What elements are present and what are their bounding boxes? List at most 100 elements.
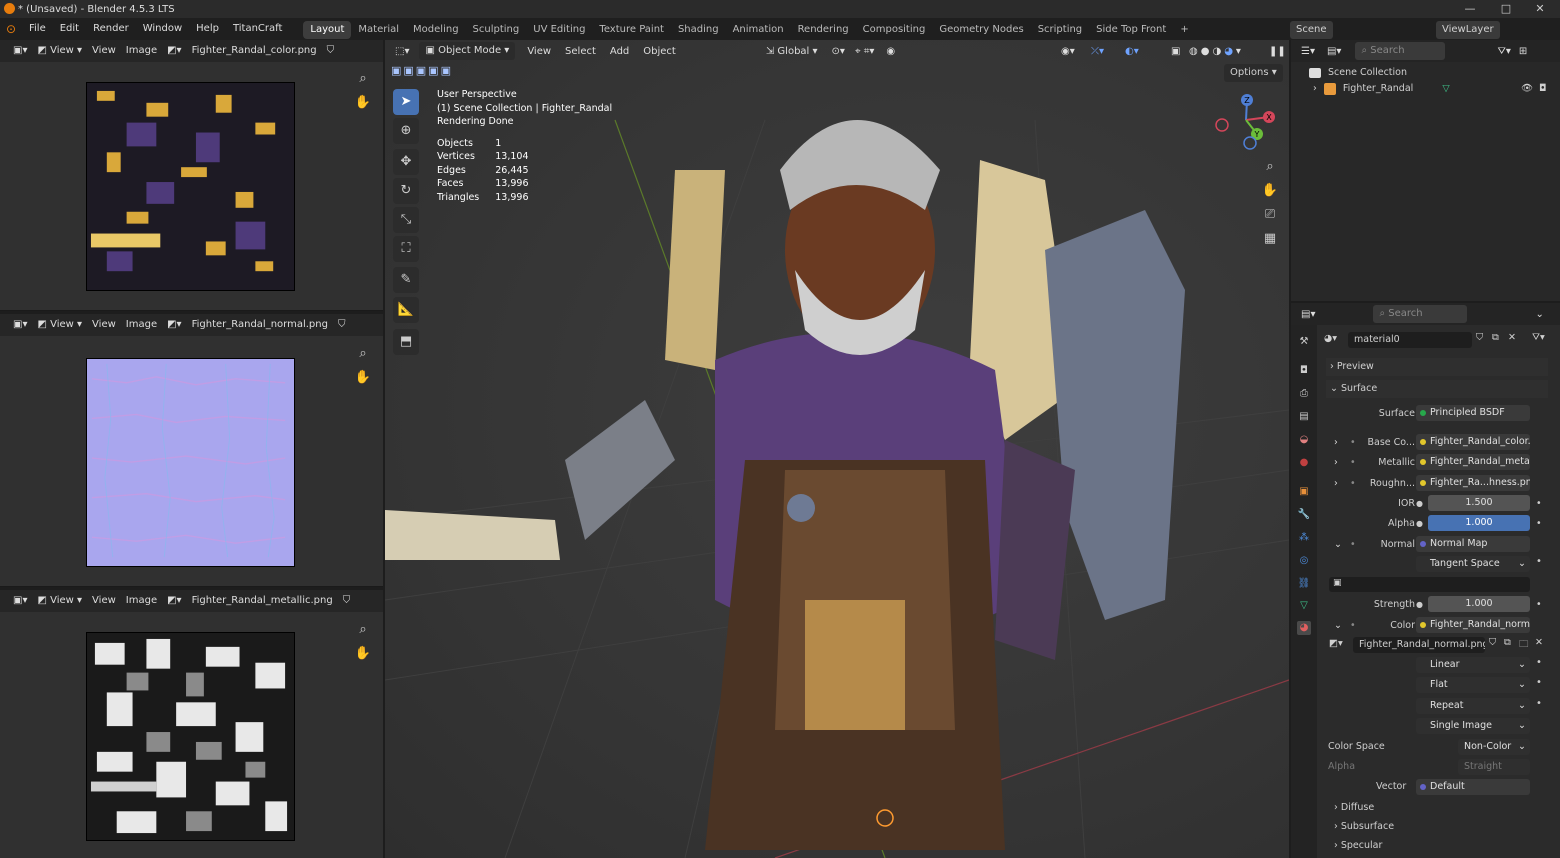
preview-section-header[interactable]: › Preview: [1326, 358, 1548, 376]
collapse-arrow-icon[interactable]: ⌄: [1334, 539, 1342, 550]
editor-type-icon[interactable]: ▣▾: [8, 592, 32, 610]
output-tab-icon[interactable]: ⎙: [1297, 387, 1311, 401]
xray-icon[interactable]: ▣: [1171, 46, 1180, 57]
base-color-field[interactable]: Fighter_Randal_color...: [1416, 434, 1530, 450]
view-mode-dropdown[interactable]: ◩ View ▾: [32, 42, 87, 60]
material-tab-icon[interactable]: ◕: [1297, 621, 1311, 635]
navigation-gizmo[interactable]: Z Y X: [1211, 90, 1281, 155]
pan-hand-icon[interactable]: ✋: [354, 94, 372, 112]
outliner-search-input[interactable]: ⌕ Search: [1355, 42, 1446, 60]
tab-uv-editing[interactable]: UV Editing: [526, 21, 592, 39]
alpha-mode-dropdown[interactable]: Straight: [1458, 759, 1530, 775]
expand-arrow-icon[interactable]: ›: [1334, 457, 1338, 468]
editor-type-icon[interactable]: ⬚▾: [395, 46, 409, 57]
fake-user-icon[interactable]: ⛉: [338, 592, 356, 610]
menu-view[interactable]: View: [87, 592, 121, 610]
vector-field[interactable]: Default: [1416, 779, 1530, 795]
scene-tab-icon[interactable]: ◒: [1297, 433, 1311, 447]
menu-select[interactable]: Select: [565, 46, 596, 57]
tab-rendering[interactable]: Rendering: [791, 21, 856, 39]
tab-geometry-nodes[interactable]: Geometry Nodes: [932, 21, 1030, 39]
fake-user-icon[interactable]: ⛉: [322, 42, 340, 60]
select-box-tool[interactable]: ➤: [393, 89, 419, 115]
tab-modeling[interactable]: Modeling: [406, 21, 466, 39]
image-browse-icon[interactable]: ◩▾: [162, 42, 186, 60]
surface-section-header[interactable]: ⌄ Surface: [1326, 380, 1548, 398]
new-collection-icon[interactable]: ⊞: [1519, 46, 1527, 57]
tab-compositing[interactable]: Compositing: [856, 21, 933, 39]
editor-type-icon[interactable]: ☰▾: [1301, 46, 1315, 57]
minimize-button[interactable]: —: [1452, 0, 1488, 18]
zoom-icon[interactable]: ⌕: [1261, 158, 1279, 176]
color-space-dropdown[interactable]: Non-Color ⌄: [1458, 739, 1530, 755]
tab-material[interactable]: Material: [351, 21, 406, 39]
view-layer-selector[interactable]: ViewLayer: [1436, 21, 1500, 39]
interpolation-dropdown[interactable]: Linear ⌄: [1416, 657, 1530, 673]
roughness-field[interactable]: Fighter_Ra...hness.png: [1416, 475, 1530, 491]
snap-icon[interactable]: ⌖ ⌗▾: [855, 46, 874, 57]
object-tab-icon[interactable]: ▣: [1297, 485, 1311, 499]
3d-viewport[interactable]: ⬚▾ ▣ Object Mode ▾ View Select Add Objec…: [385, 40, 1289, 858]
physics-tab-icon[interactable]: ◎: [1297, 554, 1311, 568]
transform-tool[interactable]: ⛶: [393, 236, 419, 262]
outliner-object-row[interactable]: › Fighter_Randal ▽ 👁 ◘: [1313, 80, 1553, 98]
menu-file[interactable]: File: [22, 18, 53, 40]
select-mode-icons[interactable]: ▣▣▣▣▣: [391, 64, 453, 77]
mode-dropdown[interactable]: ▣ Object Mode ▾: [419, 42, 516, 60]
measure-tool[interactable]: 📐: [393, 297, 419, 323]
pause-render-icon[interactable]: ❚❚: [1269, 46, 1286, 57]
color-texture-field[interactable]: Fighter_Randal_norm...: [1416, 617, 1530, 633]
blender-menu-icon[interactable]: ⊙: [0, 22, 22, 36]
tab-sculpting[interactable]: Sculpting: [466, 21, 527, 39]
display-mode-icon[interactable]: ▤▾: [1327, 46, 1341, 57]
rotate-tool[interactable]: ↻: [393, 178, 419, 204]
menu-view[interactable]: View: [87, 42, 121, 60]
image-name-field[interactable]: Fighter_Randal_normal.png: [187, 316, 333, 334]
image-name-field[interactable]: Fighter_Randal_metallic.png: [187, 592, 338, 610]
ior-value-field[interactable]: 1.500: [1428, 495, 1530, 511]
pan-hand-icon[interactable]: ✋: [354, 369, 372, 387]
menu-view[interactable]: View: [87, 316, 121, 334]
metallic-field[interactable]: Fighter_Randal_metal...: [1416, 454, 1530, 470]
filter-icon[interactable]: ⛛▾: [1497, 46, 1510, 57]
image-name-field[interactable]: Fighter_Randal_normal.png: [1353, 637, 1485, 653]
camera-view-icon[interactable]: ⎚: [1261, 206, 1279, 224]
uv-map-field[interactable]: ▣: [1329, 577, 1530, 592]
shading-mode-icons[interactable]: ◍●◑◕▾: [1189, 46, 1244, 57]
tab-scripting[interactable]: Scripting: [1031, 21, 1089, 39]
orientation-dropdown[interactable]: ⇲ Global ▾: [766, 46, 818, 57]
mesh-data-tab-icon[interactable]: ▽: [1297, 599, 1311, 613]
specular-section-header[interactable]: › Specular: [1326, 837, 1548, 855]
tab-side-top-front[interactable]: Side Top Front: [1089, 21, 1173, 39]
menu-object[interactable]: Object: [643, 46, 676, 57]
expand-arrow-icon[interactable]: ›: [1334, 437, 1338, 448]
unlink-image-icon[interactable]: ✕: [1535, 637, 1543, 648]
subsurface-section-header[interactable]: › Subsurface: [1326, 818, 1548, 836]
menu-image[interactable]: Image: [121, 592, 162, 610]
keyframe-dot-icon[interactable]: •: [1536, 677, 1542, 688]
menu-titancraft[interactable]: TitanCraft: [226, 18, 289, 40]
image-browse-icon[interactable]: ◩▾: [162, 592, 186, 610]
perspective-grid-icon[interactable]: ▦: [1261, 230, 1279, 248]
projection-dropdown[interactable]: Flat ⌄: [1416, 677, 1530, 693]
fake-user-icon[interactable]: ⛉: [333, 316, 351, 334]
cursor-tool[interactable]: ⊕: [393, 118, 419, 144]
pan-hand-icon[interactable]: ✋: [354, 645, 372, 663]
properties-search-input[interactable]: ⌕ Search: [1373, 305, 1468, 323]
annotate-tool[interactable]: ✎: [393, 267, 419, 293]
tool-tab-icon[interactable]: ⚒: [1297, 335, 1311, 349]
image-browse-icon[interactable]: ◩▾: [1329, 638, 1343, 649]
zoom-icon[interactable]: ⌕: [354, 345, 372, 363]
gizmo-toggle-icon[interactable]: ⤫▾: [1091, 46, 1104, 57]
duplicate-material-icon[interactable]: ⧉: [1492, 332, 1499, 343]
menu-image[interactable]: Image: [121, 316, 162, 334]
scene-selector[interactable]: Scene: [1290, 21, 1333, 39]
menu-add[interactable]: Add: [610, 46, 629, 57]
open-image-icon[interactable]: 🗀: [1519, 637, 1529, 653]
modifier-tab-icon[interactable]: 🔧: [1297, 508, 1311, 522]
menu-view[interactable]: View: [527, 46, 551, 57]
menu-image[interactable]: Image: [121, 42, 162, 60]
particles-tab-icon[interactable]: ⁂: [1297, 531, 1311, 545]
keyframe-dot-icon[interactable]: •: [1536, 599, 1542, 610]
keyframe-dot-icon[interactable]: •: [1536, 556, 1542, 567]
